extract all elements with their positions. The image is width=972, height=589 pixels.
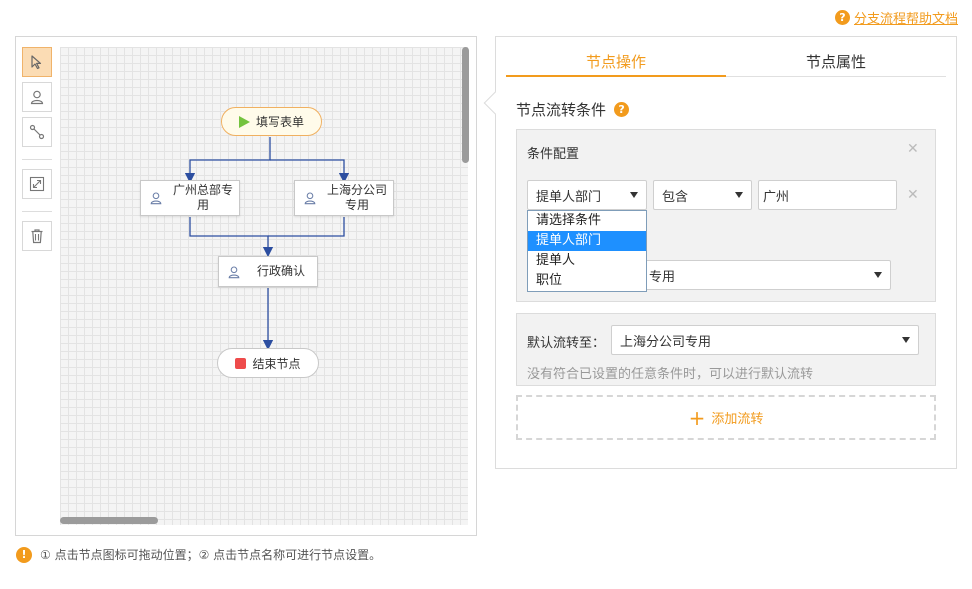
node-settings-panel: 节点操作 节点属性 节点流转条件 ? 条件配置 ✕ 提单人部门 包含 ✕ 专用 … <box>483 36 957 469</box>
connector-start-sh <box>270 159 350 184</box>
default-flow-value: 上海分公司专用 <box>620 334 712 350</box>
panel-pointer <box>483 91 507 115</box>
connector-start-gz <box>184 137 271 184</box>
condition-config-box: 条件配置 ✕ 提单人部门 包含 ✕ 专用 请选择条件 提单人部门 提单人 职位 <box>516 129 936 302</box>
flow-node-label: 上海分公司专用 <box>326 183 387 212</box>
warning-icon: ! <box>16 546 32 563</box>
user-icon <box>141 191 171 205</box>
chevron-down-icon <box>902 337 910 343</box>
flow-node-gz[interactable]: 广州总部专用 <box>140 180 240 216</box>
user-icon <box>295 191 325 205</box>
dropdown-option[interactable]: 提单人 <box>528 251 646 271</box>
condition-field-dropdown: 请选择条件 提单人部门 提单人 职位 <box>527 210 647 292</box>
section-title: 节点流转条件 ? <box>516 99 630 120</box>
help-doc-label: 分支流程帮助文档 <box>853 12 958 27</box>
question-icon[interactable]: ? <box>614 102 630 117</box>
condition-field-select[interactable]: 提单人部门 <box>527 180 647 210</box>
connector-gz-admin <box>189 217 274 258</box>
connector-sh-admin <box>268 217 345 237</box>
flow-node-label: 结束节点 <box>252 356 301 371</box>
condition-config-title: 条件配置 <box>527 147 580 162</box>
tab-node-operation[interactable]: 节点操作 <box>506 51 726 77</box>
play-icon <box>238 115 250 128</box>
flow-node-label: 行政确认 <box>256 264 305 278</box>
user-icon <box>219 265 249 279</box>
condition-operator-select[interactable]: 包含 <box>653 180 752 210</box>
default-flow-label: 默认流转至： <box>527 336 606 351</box>
close-icon[interactable]: ✕ <box>907 187 919 203</box>
condition-value-input[interactable] <box>758 180 897 210</box>
question-icon: ? <box>834 10 850 25</box>
dropdown-option[interactable]: 请选择条件 <box>528 211 646 231</box>
vertical-scrollbar[interactable] <box>462 47 469 163</box>
plus-icon: + <box>688 405 706 430</box>
tab-node-properties[interactable]: 节点属性 <box>726 51 946 76</box>
dropdown-option[interactable]: 职位 <box>528 271 646 291</box>
tip-text: ① 点击节点图标可拖动位置；② 点击节点名称可进行节点设置。 <box>40 548 382 562</box>
flow-node-label: 填写表单 <box>255 115 304 129</box>
default-flow-box: 默认流转至： 上海分公司专用 没有符合已设置的任意条件时，可以进行默认流转 <box>516 313 936 386</box>
default-flow-select[interactable]: 上海分公司专用 <box>611 325 919 355</box>
condition-field-value: 提单人部门 <box>536 189 602 205</box>
help-doc-link[interactable]: ? 分支流程帮助文档 <box>834 8 958 27</box>
condition-operator-value: 包含 <box>662 189 689 205</box>
dropdown-option-selected[interactable]: 提单人部门 <box>528 231 646 251</box>
section-title-label: 节点流转条件 <box>516 101 607 119</box>
add-flow-button[interactable]: + 添加流转 <box>516 395 936 440</box>
chevron-down-icon <box>874 272 882 278</box>
default-flow-hint: 没有符合已设置的任意条件时，可以进行默认流转 <box>527 367 814 382</box>
flow-node-end[interactable]: 结束节点 <box>217 348 319 378</box>
flow-node-sh[interactable]: 上海分公司专用 <box>294 180 394 216</box>
panel-tabs: 节点操作 节点属性 <box>506 51 946 77</box>
flow-node-start[interactable]: 填写表单 <box>221 107 322 136</box>
chevron-down-icon <box>735 192 743 198</box>
stop-icon <box>235 357 247 369</box>
chevron-down-icon <box>630 192 638 198</box>
add-flow-label: 添加流转 <box>711 412 764 427</box>
canvas-tip: ! ① 点击节点图标可拖动位置；② 点击节点名称可进行节点设置。 <box>16 546 381 563</box>
close-icon[interactable]: ✕ <box>907 141 919 157</box>
flow-node-label: 广州总部专用 <box>172 183 233 212</box>
flow-canvas-panel: 填写表单 广州总部专用 上海分公司专用 行政确认 结束节点 <box>15 36 477 536</box>
flow-node-admin[interactable]: 行政确认 <box>218 256 318 287</box>
horizontal-scrollbar[interactable] <box>60 517 158 524</box>
